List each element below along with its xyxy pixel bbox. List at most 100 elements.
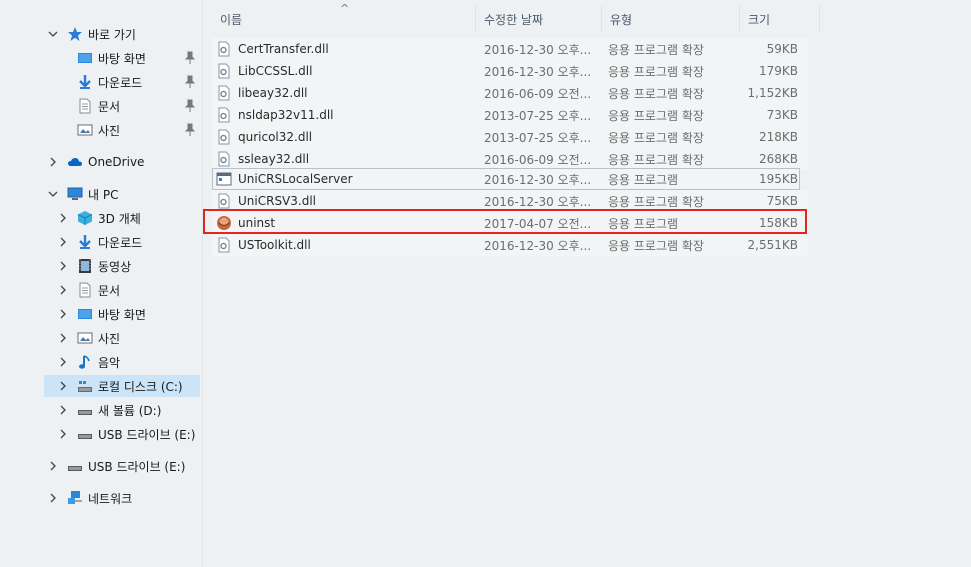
nav-label: USB 드라이브 (E:) [98,427,196,442]
pin-icon[interactable] [184,99,196,113]
usb-drive-icon [66,458,84,474]
file-row[interactable]: nsldap32v11.dll 2013-07-25 오후... 응용 프로그램… [212,104,808,126]
nav-usb-drive-e[interactable]: USB 드라이브 (E:) [46,455,185,477]
nav-item-videos[interactable]: 동영상 [56,255,131,277]
column-date-modified[interactable]: 수정한 날짜 [476,6,602,32]
pane-divider[interactable] [202,0,203,567]
file-type: 응용 프로그램 [608,172,679,187]
chevron-right-icon[interactable] [56,355,70,369]
chevron-right-icon[interactable] [56,283,70,297]
nav-item-usb-drive-e[interactable]: USB 드라이브 (E:) [56,423,195,445]
chevron-right-icon[interactable] [46,459,60,473]
nav-item-3d-objects[interactable]: 3D 개체 [56,207,141,229]
file-row[interactable]: CertTransfer.dll 2016-12-30 오후... 응용 프로그… [212,38,808,60]
nav-label: 다운로드 [98,235,143,250]
chevron-right-icon[interactable] [56,307,70,321]
nav-item-downloads[interactable]: 다운로드 [56,231,142,253]
nav-quick-access[interactable]: 바로 가기 [46,23,136,45]
nav-label: 다운로드 [98,75,143,90]
dll-file-icon [216,63,232,79]
column-size[interactable]: 크기 [740,6,820,32]
file-size: 218KB [758,130,798,144]
nav-label: 3D 개체 [98,211,141,226]
file-date: 2017-04-07 오전... [484,216,592,231]
file-size: 2,551KB [747,238,798,252]
nav-item-downloads[interactable]: 다운로드 [76,71,200,93]
cloud-icon [66,154,84,170]
nav-item-music[interactable]: 음악 [56,351,120,373]
dll-file-icon [216,151,232,167]
file-name: ssleay32.dll [238,152,310,166]
document-icon [76,98,94,114]
file-row[interactable]: ssleay32.dll 2016-06-09 오전... 응용 프로그램 확장… [212,148,808,170]
nav-label: 동영상 [98,259,132,274]
chevron-right-icon[interactable] [46,491,60,505]
nav-label: 바탕 화면 [98,51,146,66]
file-date: 2016-06-09 오전... [484,86,592,101]
file-name: LibCCSSL.dll [238,64,313,78]
file-name: UniCRSLocalServer [238,172,353,186]
chevron-down-icon[interactable] [46,27,60,41]
video-icon [76,258,94,274]
chevron-right-icon[interactable] [56,379,70,393]
file-type: 응용 프로그램 확장 [608,194,704,209]
nav-label: 내 PC [88,187,119,202]
chevron-right-icon[interactable] [56,211,70,225]
file-size: 158KB [758,216,798,230]
pin-icon[interactable] [184,51,196,65]
nav-label: OneDrive [88,155,145,169]
nav-item-desktop[interactable]: 바탕 화면 [76,47,200,69]
nav-item-volume-d[interactable]: 새 볼륨 (D:) [56,399,161,421]
chevron-down-icon[interactable] [46,187,60,201]
file-row[interactable]: USToolkit.dll 2016-12-30 오후... 응용 프로그램 확… [212,234,808,256]
file-row-focused[interactable]: UniCRSLocalServer 2016-12-30 오후... 응용 프로… [212,168,800,190]
document-icon [76,282,94,298]
nav-item-local-disk-c[interactable]: 로컬 디스크 (C:) [44,375,200,397]
chevron-right-icon[interactable] [56,403,70,417]
nav-item-documents[interactable]: 문서 [76,95,200,117]
nav-item-pictures[interactable]: 사진 [76,119,200,141]
column-type[interactable]: 유형 [602,6,740,32]
file-type: 응용 프로그램 확장 [608,238,704,253]
pin-icon[interactable] [184,123,196,137]
uninstall-app-icon [216,215,232,231]
nav-network[interactable]: 네트워크 [46,487,132,509]
chevron-right-icon[interactable] [56,259,70,273]
chevron-right-icon[interactable] [46,155,60,169]
usb-drive-icon [76,426,94,442]
file-date: 2016-06-09 오전... [484,152,592,167]
dll-file-icon [216,41,232,57]
column-name[interactable]: 이름 [212,6,476,32]
chevron-right-icon[interactable] [56,235,70,249]
file-date: 2013-07-25 오후... [484,108,592,123]
file-type: 응용 프로그램 확장 [608,108,704,123]
file-date: 2016-12-30 오후... [484,172,592,187]
nav-onedrive[interactable]: OneDrive [46,151,144,173]
file-row[interactable]: quricol32.dll 2013-07-25 오후... 응용 프로그램 확… [212,126,808,148]
file-row[interactable]: LibCCSSL.dll 2016-12-30 오후... 응용 프로그램 확장… [212,60,808,82]
nav-label: 새 볼륨 (D:) [98,403,162,418]
nav-label: 음악 [98,355,121,370]
file-date: 2016-12-30 오후... [484,64,592,79]
music-icon [76,354,94,370]
file-date: 2016-12-30 오후... [484,238,592,253]
dll-file-icon [216,237,232,253]
dll-file-icon [216,193,232,209]
pin-icon[interactable] [184,75,196,89]
pictures-icon [76,330,94,346]
nav-label: 로컬 디스크 (C:) [98,379,183,394]
dll-file-icon [216,107,232,123]
chevron-right-icon[interactable] [56,331,70,345]
nav-this-pc[interactable]: 내 PC [46,183,118,205]
nav-label: 사진 [98,331,121,346]
chevron-right-icon[interactable] [56,427,70,441]
file-row-uninst[interactable]: uninst 2017-04-07 오전... 응용 프로그램 158KB [212,212,808,234]
nav-item-desktop[interactable]: 바탕 화면 [56,303,146,325]
pictures-icon [76,122,94,138]
download-icon [76,234,94,250]
nav-item-documents[interactable]: 문서 [56,279,120,301]
file-row[interactable]: UniCRSV3.dll 2016-12-30 오후... 응용 프로그램 확장… [212,190,808,212]
file-row[interactable]: libeay32.dll 2016-06-09 오전... 응용 프로그램 확장… [212,82,808,104]
file-size: 268KB [758,152,798,166]
nav-item-pictures[interactable]: 사진 [56,327,120,349]
